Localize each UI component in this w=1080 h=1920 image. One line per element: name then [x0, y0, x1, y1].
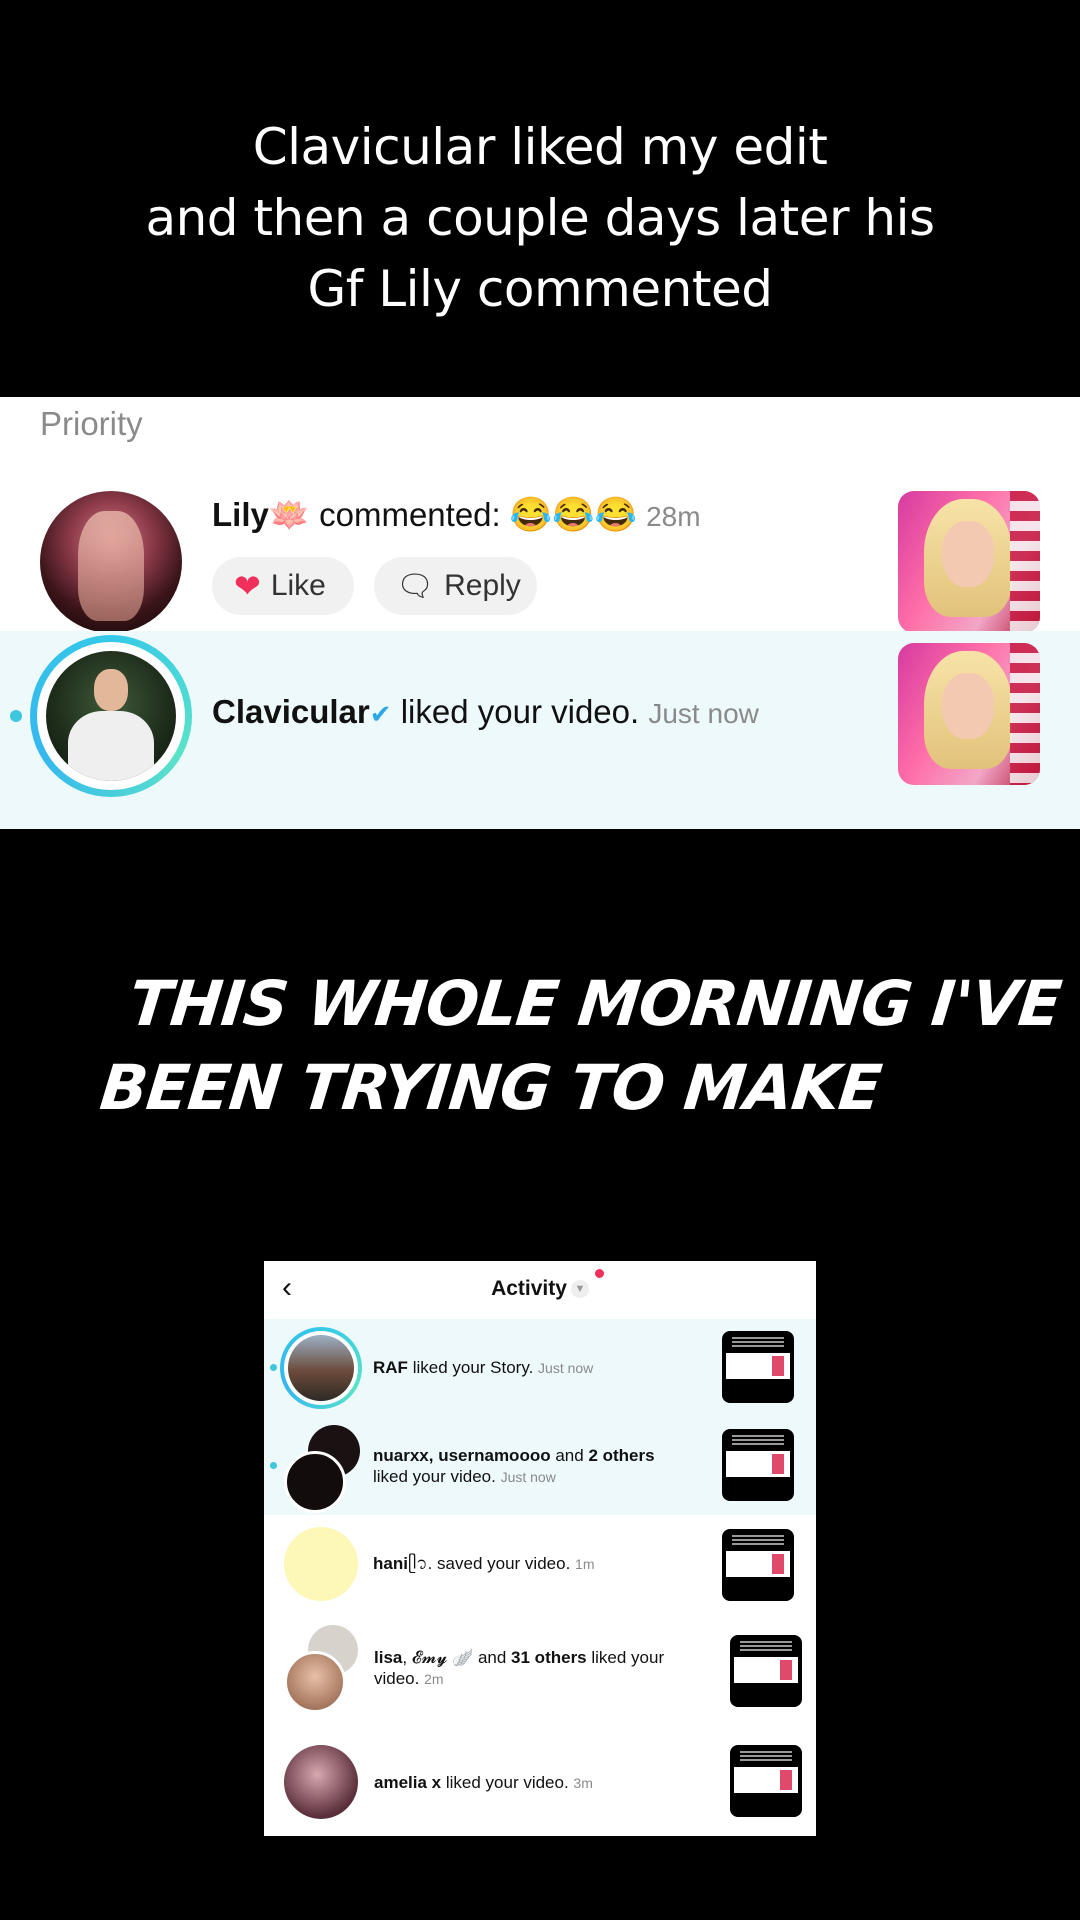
speech-bubble-icon: 🗨 — [396, 569, 435, 603]
notification-dot — [595, 1269, 604, 1278]
comment-notification-row[interactable]: Lily🪷 commented: 😂😂😂 28m ❤ Like 🗨 Reply — [0, 485, 1080, 633]
activity-screenshot: ‹ Activity ▼ RAF liked your Story. Just n… — [264, 1261, 816, 1836]
like-action: liked your video. — [400, 693, 640, 730]
unread-dot — [270, 1364, 277, 1371]
reply-button-label: Reply — [444, 569, 521, 602]
caption-line-3: Gf Lily commented — [307, 260, 773, 318]
story-ring[interactable] — [280, 1327, 362, 1409]
avatar — [284, 1527, 358, 1601]
comment-username[interactable]: Lily — [212, 496, 269, 533]
chevron-down-icon: ▼ — [570, 1280, 589, 1299]
activity-text: amelia x liked your video. 3m — [374, 1773, 593, 1792]
like-comment-button[interactable]: ❤ Like — [212, 557, 354, 615]
like-notification-row[interactable]: Clavicular✔ liked your video. Just now — [0, 631, 1080, 829]
caption-text: Clavicular liked my edit and then a coup… — [0, 112, 1080, 325]
heart-icon: ❤ — [234, 568, 261, 604]
comment-emojis: 😂😂😂 — [509, 496, 637, 534]
activity-title[interactable]: Activity ▼ — [264, 1277, 816, 1301]
avatar — [284, 1651, 346, 1713]
like-time: Just now — [648, 698, 759, 729]
priority-section-label: Priority — [40, 405, 143, 442]
video-thumbnail[interactable] — [722, 1331, 794, 1403]
like-username[interactable]: Clavicular — [212, 693, 370, 730]
story-ring[interactable] — [30, 635, 192, 797]
avatar — [284, 1451, 346, 1513]
activity-text: haniᥫ᭡. saved your video. 1m — [373, 1554, 595, 1573]
list-item[interactable]: lisa, 𝓔𝓶𝔂 🪽 and 31 others liked your vid… — [264, 1615, 816, 1725]
avatar-clavicular — [46, 651, 176, 781]
video-thumbnail[interactable] — [730, 1745, 802, 1817]
caption-line-1: Clavicular liked my edit — [252, 118, 828, 176]
overlay-line-2: BEEN TRYING TO MAKE — [96, 1051, 885, 1124]
video-thumbnail[interactable] — [730, 1635, 802, 1707]
activity-text: RAF liked your Story. Just now — [373, 1358, 594, 1377]
comment-time: 28m — [646, 501, 701, 532]
list-item[interactable]: amelia x liked your video. 3m — [264, 1725, 816, 1836]
activity-text: lisa, 𝓔𝓶𝔂 🪽 and 31 others liked your vid… — [374, 1648, 665, 1688]
unread-dot — [270, 1462, 277, 1469]
unread-dot — [10, 710, 22, 722]
like-button-label: Like — [270, 569, 326, 602]
verified-badge-icon: ✔ — [369, 699, 392, 729]
video-thumbnail[interactable] — [898, 491, 1040, 633]
list-item[interactable]: haniᥫ᭡. saved your video. 1m — [264, 1515, 816, 1615]
overlay-text: THIS WHOLE MORNING I'VE BEEN TRYING TO M… — [97, 962, 1065, 1130]
avatar — [284, 1745, 358, 1819]
comment-line: Lily🪷 commented: 😂😂😂 28m — [212, 495, 701, 535]
video-thumbnail[interactable] — [898, 643, 1040, 785]
caption-line-2: and then a couple days later his — [145, 189, 935, 247]
notification-panel: Priority Lily🪷 commented: 😂😂😂 28m ❤ Like… — [0, 397, 1080, 829]
avatar — [288, 1335, 354, 1401]
video-thumbnail[interactable] — [722, 1429, 794, 1501]
overlay-line-1: THIS WHOLE MORNING I'VE — [125, 967, 1065, 1040]
activity-header: ‹ Activity ▼ — [264, 1261, 816, 1319]
comment-action: commented: — [319, 496, 501, 533]
list-item[interactable]: RAF liked your Story. Just now — [264, 1319, 816, 1417]
avatar-lily[interactable] — [40, 491, 182, 633]
list-item[interactable]: nuarxx, usernamoooo and 2 others liked y… — [264, 1417, 816, 1515]
lotus-emoji: 🪷 — [268, 496, 310, 533]
like-line: Clavicular✔ liked your video. Just now — [212, 693, 759, 731]
reply-button[interactable]: 🗨 Reply — [374, 557, 537, 615]
video-thumbnail[interactable] — [722, 1529, 794, 1601]
activity-text: nuarxx, usernamoooo and 2 others liked y… — [373, 1446, 655, 1486]
